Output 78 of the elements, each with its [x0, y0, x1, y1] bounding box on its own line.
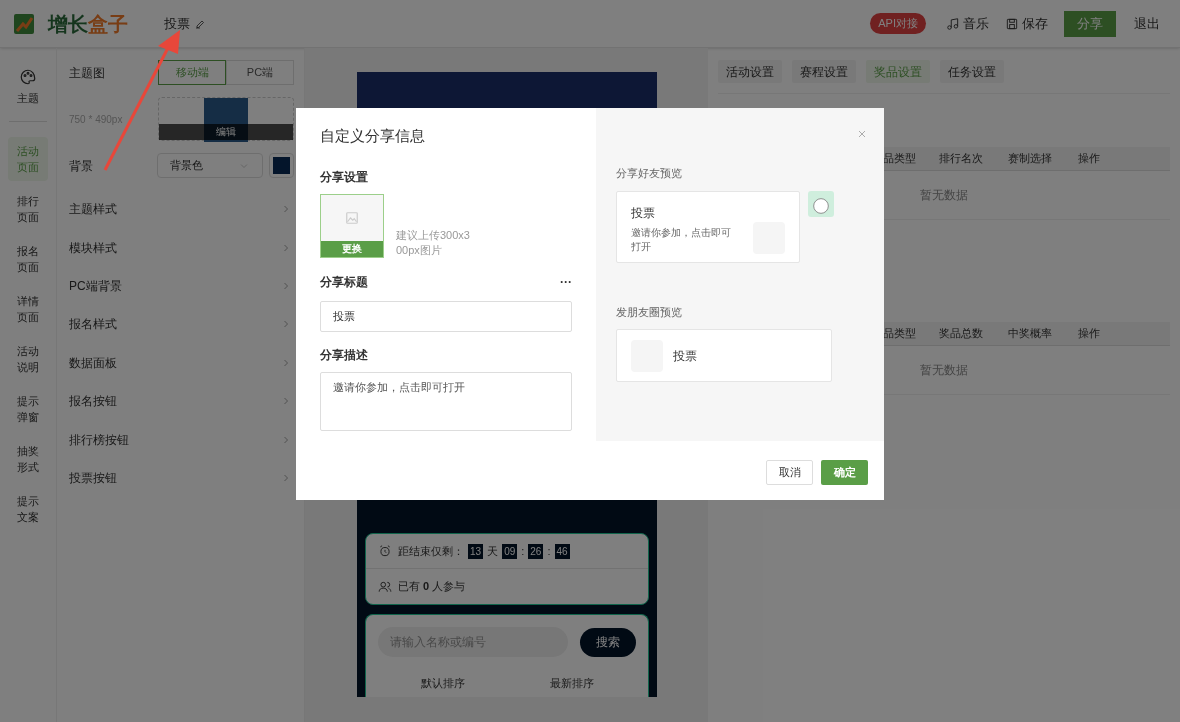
- rail-item[interactable]: 主题: [8, 62, 48, 113]
- description-field[interactable]: 邀请你参加，点击即可打开: [320, 371, 572, 431]
- rail-item[interactable]: 详情页面: [8, 286, 48, 331]
- settings-row[interactable]: 模块样式: [69, 228, 294, 267]
- rail-item[interactable]: 提示弹窗: [8, 386, 48, 431]
- settings-row[interactable]: 排行榜按钮: [69, 420, 294, 459]
- countdown-digits: 26: [528, 543, 544, 559]
- time-separator: :: [521, 543, 525, 559]
- column-header: 品类型: [883, 326, 917, 342]
- settings-row[interactable]: 投票按钮: [69, 458, 294, 498]
- field-label: 分享设置: [320, 168, 369, 186]
- settings-row[interactable]: 主题样式: [69, 190, 294, 229]
- search-button[interactable]: 搜索: [580, 627, 636, 657]
- participants-text: 已有 0 人参与: [398, 579, 466, 595]
- column-header: 操作: [1078, 151, 1101, 167]
- column-header: 中奖概率: [1008, 326, 1053, 342]
- field-label: 背景: [69, 157, 93, 175]
- section-label: 分享好友预览: [616, 166, 683, 181]
- rail-item[interactable]: 报名页面: [8, 236, 48, 281]
- title-field[interactable]: 投票: [320, 300, 572, 332]
- field-label: 分享标题: [320, 273, 368, 291]
- column-header: 奖品总数: [939, 326, 984, 342]
- countdown-digits: 46: [554, 543, 570, 559]
- preview-title: 投票: [673, 347, 697, 365]
- settings-row[interactable]: 报名按钮: [69, 381, 294, 421]
- field-label: 主题图: [69, 64, 105, 82]
- upload-hint: 建议上传300x300px图片: [396, 227, 471, 258]
- countdown-label: 距结束仅剩：: [398, 543, 464, 559]
- settings-row[interactable]: 报名样式: [69, 305, 294, 344]
- column-header: 赛制选择: [1008, 151, 1053, 167]
- sort-tab[interactable]: 最新排序: [549, 675, 594, 692]
- section-label: 发朋友圈预览: [616, 304, 683, 320]
- field-label: 分享描述: [320, 346, 369, 364]
- column-header: 操作: [1078, 326, 1101, 342]
- cancel-button[interactable]: 取消: [766, 460, 813, 485]
- logo-text: 盒子: [88, 11, 128, 37]
- more-button[interactable]: ···: [560, 272, 572, 291]
- alarm-icon: [378, 544, 392, 558]
- people-icon: [378, 579, 392, 594]
- music-button[interactable]: 音乐: [963, 13, 989, 34]
- edit-button[interactable]: 编辑: [159, 124, 293, 140]
- column-header: 排行名次: [939, 151, 984, 167]
- preview-description: 邀请你参加，点击即可打开: [631, 225, 732, 254]
- rail-item[interactable]: 活动页面: [8, 136, 48, 181]
- settings-tab[interactable]: 赛程设置: [792, 60, 856, 83]
- settings-row[interactable]: PC端背景: [69, 266, 294, 306]
- countdown-digits: 09: [502, 543, 518, 559]
- logo-text: 增长: [48, 11, 88, 37]
- countdown-digits: 13: [468, 543, 484, 559]
- settings-tab[interactable]: 活动设置: [718, 60, 782, 83]
- logo-icon: [12, 11, 36, 36]
- palette-icon: [19, 68, 37, 86]
- rail-item[interactable]: 排行页面: [8, 186, 48, 231]
- time-separator: :: [547, 543, 551, 559]
- exit-link[interactable]: 退出: [1134, 13, 1160, 34]
- column-header: 品类型: [883, 151, 917, 167]
- day-unit: 天: [487, 543, 499, 559]
- music-icon: [946, 16, 960, 31]
- sort-tab[interactable]: 默认排序: [420, 675, 465, 692]
- dialog-title: 自定义分享信息: [320, 126, 426, 146]
- mode-tab[interactable]: PC端: [226, 60, 294, 85]
- mode-tab[interactable]: 移动端: [158, 60, 226, 85]
- save-icon: [1005, 16, 1019, 31]
- activity-title: 投票: [164, 14, 190, 33]
- settings-tab[interactable]: 任务设置: [940, 60, 1004, 83]
- replace-button[interactable]: 更换: [321, 240, 383, 257]
- image-upload[interactable]: 更换: [320, 193, 384, 258]
- rail-item[interactable]: 抽奖形式: [8, 436, 48, 481]
- close-icon: [856, 128, 868, 140]
- rail-item[interactable]: 提示文案: [8, 486, 48, 531]
- settings-row[interactable]: 数据面板: [69, 343, 294, 382]
- api-badge[interactable]: API对接: [870, 13, 926, 34]
- save-button[interactable]: 保存: [1022, 13, 1048, 34]
- confirm-button[interactable]: 确定: [821, 460, 868, 485]
- share-button[interactable]: 分享: [1064, 10, 1116, 37]
- preview-title: 投票: [631, 204, 656, 222]
- rail-item[interactable]: 活动说明: [8, 336, 48, 381]
- background-select[interactable]: 背景色: [157, 153, 263, 178]
